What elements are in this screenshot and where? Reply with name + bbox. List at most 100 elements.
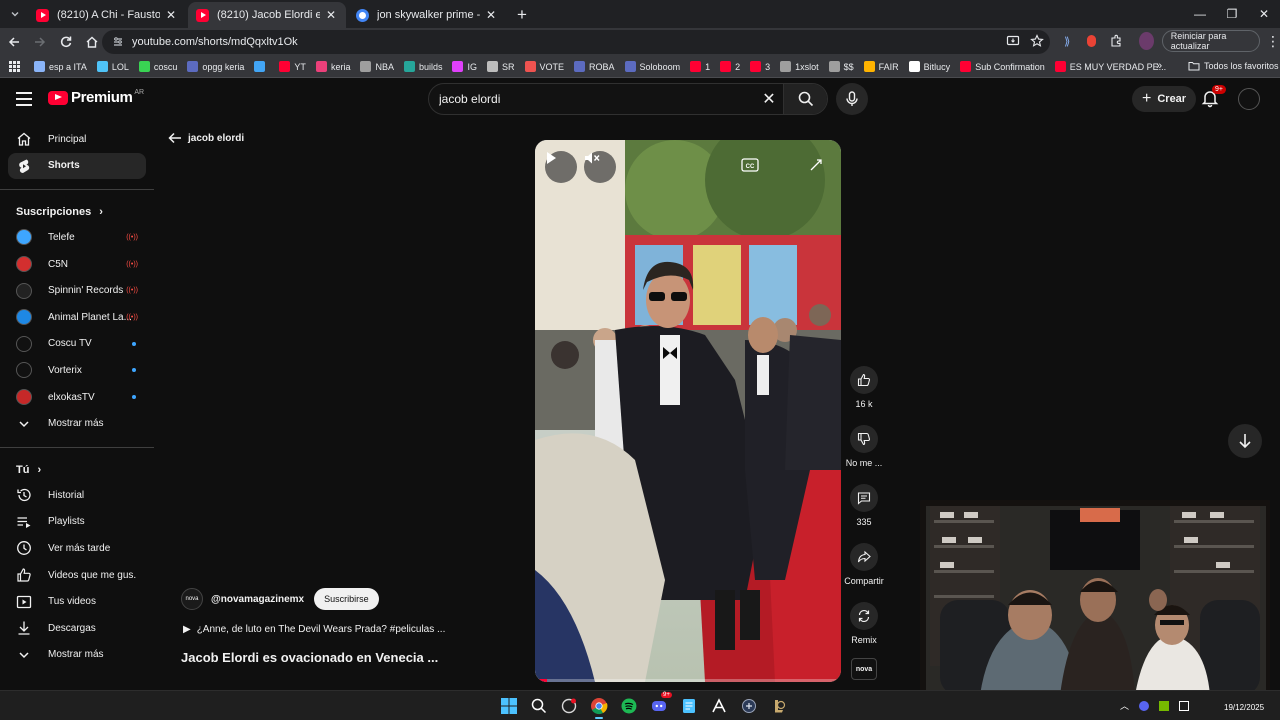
bookmark-item[interactable]: opgg keria (187, 61, 244, 72)
subscription-item[interactable]: Telefe ((•)) (8, 224, 146, 251)
you-header[interactable]: Tú › (0, 458, 154, 482)
browser-tab[interactable]: jon skywalker prime - Buscar co ✕ (348, 2, 506, 28)
remix-icon[interactable] (850, 602, 878, 630)
subscription-item[interactable]: Animal Planet La... ((•)) (8, 304, 146, 331)
search-button[interactable] (783, 84, 827, 114)
subscription-item[interactable]: Vorterix (8, 357, 146, 384)
extension-wave-icon[interactable]: ⟫ (1058, 30, 1076, 52)
minimize-button[interactable]: — (1184, 0, 1216, 28)
taskbar-app-game[interactable] (737, 694, 761, 718)
close-tab-icon[interactable]: ✕ (164, 8, 178, 22)
back-button[interactable] (2, 30, 26, 54)
sidebar-item-principal[interactable]: Principal (8, 126, 146, 153)
voice-search-button[interactable] (836, 83, 868, 115)
play-button[interactable] (545, 151, 577, 183)
tray-network-icon[interactable] (1179, 700, 1190, 711)
short-video-player[interactable]: CC (535, 140, 841, 682)
subscribe-button[interactable]: Suscribirse (314, 588, 379, 610)
home-button[interactable] (80, 30, 104, 54)
tray-nvidia-icon[interactable] (1159, 700, 1170, 711)
taskbar-date[interactable]: 19/12/2025 (1224, 703, 1264, 712)
taskbar-app[interactable] (557, 694, 581, 718)
back-to-search-button[interactable]: jacob elordi (168, 132, 244, 144)
subscription-item[interactable]: Spinnin' Records ((•)) (8, 277, 146, 304)
taskbar-notepad[interactable] (677, 694, 701, 718)
bookmark-item[interactable]: esp a ITA (34, 61, 87, 72)
taskbar-spotify[interactable] (617, 694, 641, 718)
new-tab-button[interactable]: + (510, 3, 534, 27)
sidebar-item-download[interactable]: Descargas (8, 615, 146, 642)
close-tab-icon[interactable]: ✕ (324, 8, 338, 22)
share-icon[interactable] (850, 543, 878, 571)
star-icon[interactable] (1030, 34, 1044, 48)
browser-tab[interactable]: (8210) A Chi - Fausto Leali - Yo ✕ (28, 2, 186, 28)
extension-record-icon[interactable] (1082, 30, 1100, 52)
all-bookmarks-button[interactable]: Todos los favoritos (1188, 61, 1279, 71)
tray-chevron-up-icon[interactable]: ︿ (1120, 699, 1129, 712)
youtube-premium-logo[interactable]: Premium AR (48, 89, 144, 106)
subscription-item[interactable]: C5N ((•)) (8, 251, 146, 278)
thumbs-down-icon[interactable] (850, 425, 878, 453)
dislike-action[interactable]: No me ... (844, 425, 884, 484)
taskbar-app-league[interactable] (767, 694, 791, 718)
close-window-button[interactable]: ✕ (1248, 0, 1280, 28)
menu-icon[interactable] (14, 89, 34, 109)
sidebar-item-your-videos[interactable]: Tus videos (8, 588, 146, 615)
bookmark-item[interactable]: 1 (690, 61, 710, 72)
related-video-link[interactable]: ▶ ¿Anne, de luto en The Devil Wears Prad… (183, 624, 445, 635)
apps-grid-icon[interactable] (6, 61, 22, 72)
bookmark-item[interactable]: Soloboom (624, 61, 680, 72)
bookmark-item[interactable]: LOL (96, 61, 129, 72)
short-title[interactable]: Jacob Elordi es ovacionado en Venecia ..… (181, 650, 438, 665)
bookmark-item[interactable]: YT (279, 61, 306, 72)
start-button[interactable] (497, 694, 521, 718)
share-action[interactable]: Compartir (844, 543, 884, 602)
tab-search-button[interactable] (2, 1, 28, 27)
restore-button[interactable]: ❐ (1216, 0, 1248, 28)
extensions-puzzle-icon[interactable] (1107, 30, 1125, 52)
install-app-icon[interactable] (1006, 34, 1020, 48)
clear-search-icon[interactable]: ✕ (755, 89, 783, 109)
bookmark-item[interactable]: $$ (828, 61, 854, 72)
bookmark-item[interactable]: VOTE (524, 61, 564, 72)
sidebar-item-shorts[interactable]: Shorts (8, 152, 146, 180)
bookmark-item[interactable]: coscu (138, 61, 177, 72)
sound-avatar[interactable]: nova (851, 658, 877, 680)
bookmark-item[interactable]: 3 (750, 61, 770, 72)
bookmark-item[interactable]: IG (452, 61, 477, 72)
channel-handle[interactable]: @novamagazinemx (211, 594, 304, 605)
sidebar-item-history[interactable]: Historial (8, 482, 146, 509)
bookmark-item[interactable]: 1xslot (780, 61, 819, 72)
mute-button[interactable] (584, 151, 616, 183)
create-button[interactable]: + Crear (1132, 86, 1197, 112)
bookmark-item[interactable]: Bitlucy (908, 61, 950, 72)
browser-tab-active[interactable]: (8210) Jacob Elordi es ovaciona ✕ (188, 2, 346, 28)
more-bookmarks-button[interactable]: » (1156, 60, 1162, 72)
subscription-item[interactable]: Coscu TV (8, 331, 146, 358)
site-info-icon[interactable] (112, 36, 124, 48)
taskbar-discord[interactable]: 9+ (647, 692, 672, 718)
sidebar-item-liked[interactable]: Videos que me gus... (8, 562, 146, 589)
bookmark-item[interactable]: SR (487, 61, 515, 72)
forward-button[interactable] (28, 30, 52, 54)
bookmark-item[interactable]: Sub Confirmation (960, 61, 1045, 72)
taskbar-chrome[interactable] (587, 694, 611, 719)
notifications-button[interactable]: 9+ (1200, 85, 1226, 110)
remix-action[interactable]: Remix (844, 602, 884, 661)
taskbar-app-a[interactable] (707, 694, 731, 718)
like-action[interactable]: 16 k (844, 366, 884, 425)
subscriptions-header[interactable]: Suscripciones › (0, 200, 154, 224)
video-progress-bar[interactable] (535, 679, 841, 682)
bookmark-item[interactable]: NBA (360, 61, 394, 72)
taskbar-search[interactable] (527, 694, 551, 718)
subscription-item[interactable]: elxokasTV (8, 384, 146, 411)
bookmark-item[interactable]: ROBA (574, 61, 615, 72)
sidebar-item-playlists[interactable]: Playlists (8, 509, 146, 536)
bookmark-item[interactable]: FAIR (863, 61, 899, 72)
profile-avatar-icon[interactable] (1138, 32, 1154, 50)
tray-app-icon[interactable] (1139, 700, 1150, 711)
search-input[interactable] (439, 92, 755, 106)
sidebar-item-chevron-down[interactable]: Mostrar más (8, 642, 146, 669)
bookmark-item[interactable]: keria (315, 61, 350, 72)
sidebar-item-watch-later[interactable]: Ver más tarde (8, 535, 146, 562)
